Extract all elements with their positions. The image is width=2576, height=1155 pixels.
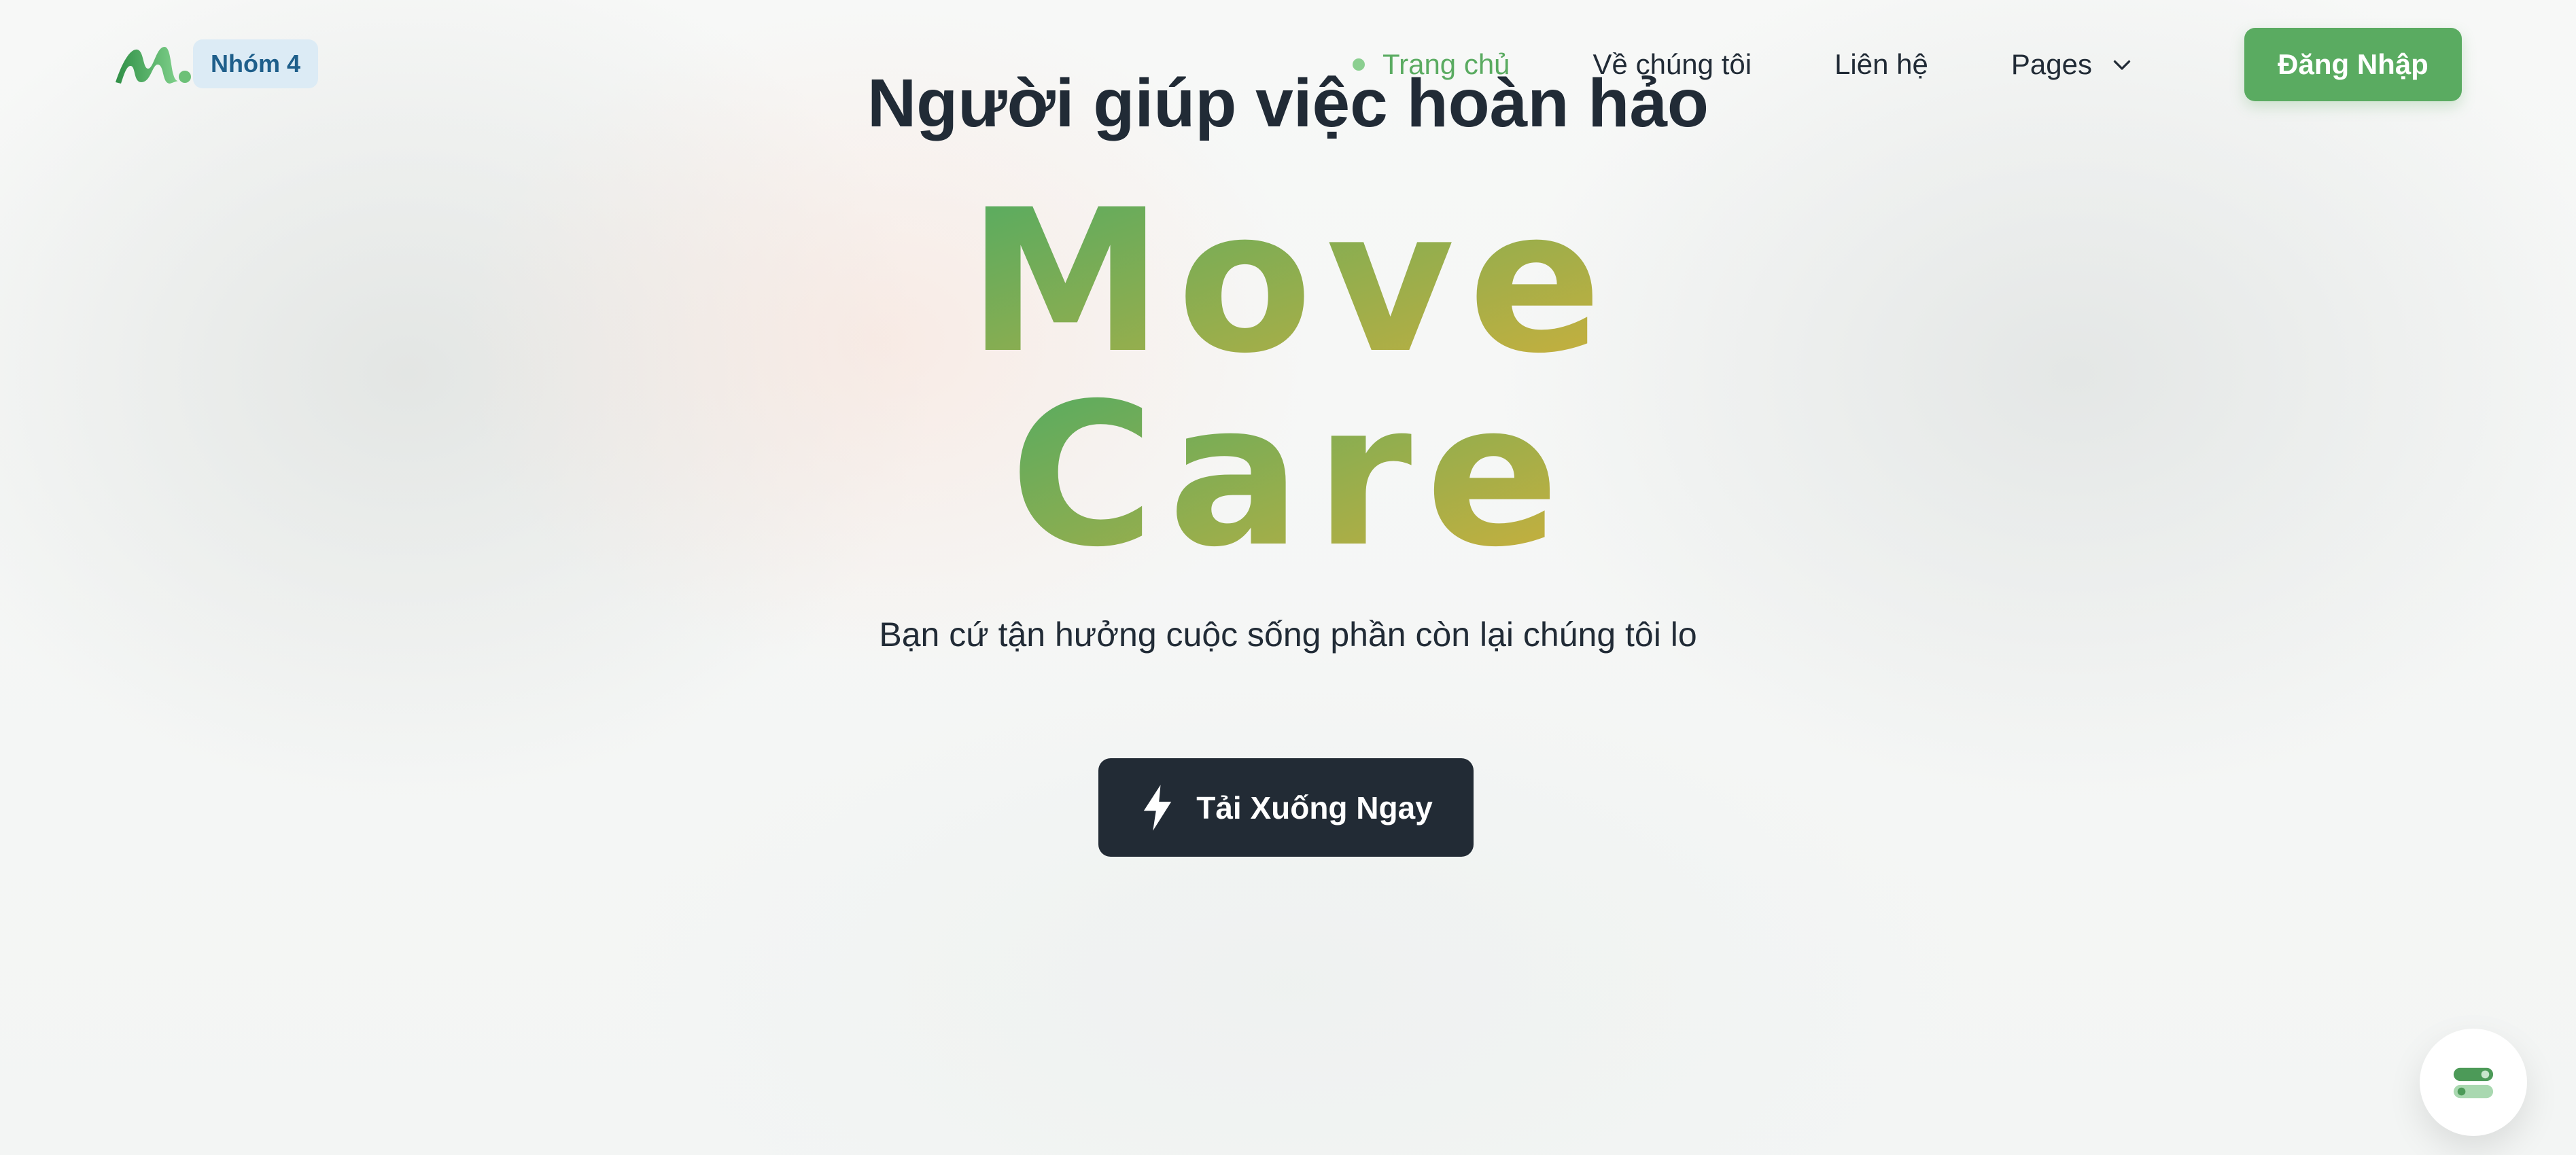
download-now-button[interactable]: Tải Xuống Ngay bbox=[1098, 758, 1474, 857]
page-background bbox=[0, 0, 2576, 1155]
toggle-settings-icon bbox=[2453, 1067, 2494, 1099]
brand-line-2: Care bbox=[1010, 361, 1573, 571]
hero-tagline: Bạn cứ tận hưởng cuộc sống phần còn lại … bbox=[879, 616, 1697, 654]
cta-label: Tải Xuống Ngay bbox=[1196, 789, 1433, 825]
hero-headline: Người giúp việc hoàn hảo bbox=[867, 65, 1709, 141]
settings-fab[interactable] bbox=[2420, 1029, 2527, 1136]
brand-wordmark: Move Care bbox=[967, 190, 1602, 571]
lightning-icon bbox=[1143, 784, 1172, 831]
